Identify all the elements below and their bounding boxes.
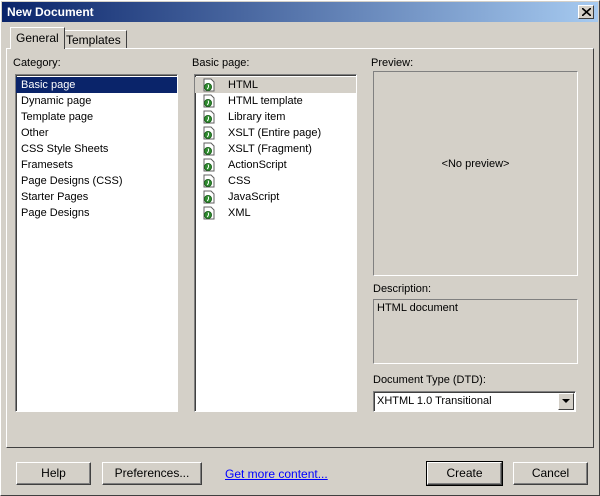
create-button[interactable]: Create [426, 461, 503, 486]
help-button[interactable]: Help [16, 462, 91, 485]
close-button[interactable] [578, 5, 594, 19]
basic-page-item-label: Library item [228, 111, 286, 123]
category-item[interactable]: Basic page [16, 77, 177, 93]
document-page-icon [202, 110, 218, 124]
document-page-icon [202, 206, 218, 220]
basic-page-item-label: XML [228, 207, 251, 219]
description-text: HTML document [377, 302, 458, 314]
help-button-label: Help [41, 466, 66, 480]
basic-page-list[interactable]: HTML HTML template Library item XSLT (Entir… [194, 74, 357, 412]
description-box: HTML document [373, 299, 578, 364]
document-page-icon [202, 78, 218, 92]
basic-page-item[interactable]: XSLT (Entire page) [195, 125, 356, 141]
basic-page-item[interactable]: CSS [195, 173, 356, 189]
tab-general-label: General [16, 31, 59, 45]
chevron-down-icon [562, 399, 570, 403]
basic-page-item[interactable]: XSLT (Fragment) [195, 141, 356, 157]
document-page-icon [202, 94, 218, 108]
category-item[interactable]: Page Designs (CSS) [16, 173, 177, 189]
category-item[interactable]: Framesets [16, 157, 177, 173]
basic-page-item[interactable]: ActionScript [195, 157, 356, 173]
category-item-label: Other [21, 127, 49, 139]
get-more-content-link[interactable]: Get more content... [225, 467, 328, 481]
category-item-label: Template page [21, 111, 94, 123]
basic-page-item-label: ActionScript [228, 159, 287, 171]
doctype-label: Document Type (DTD): [373, 374, 486, 386]
document-page-icon [202, 158, 218, 172]
preferences-button[interactable]: Preferences... [102, 462, 202, 485]
basic-page-item-label: HTML [228, 79, 258, 91]
basic-page-item-label: JavaScript [228, 191, 280, 203]
basic-page-item-label: CSS [228, 175, 251, 187]
cancel-button-label: Cancel [531, 466, 570, 480]
basic-page-item[interactable]: XML [195, 205, 356, 221]
document-page-icon [202, 126, 218, 140]
category-item-label: Framesets [21, 159, 73, 171]
new-document-dialog: New Document General Templates Category:… [0, 0, 600, 496]
basic-page-item[interactable]: Library item [195, 109, 356, 125]
category-item[interactable]: Starter Pages [16, 189, 177, 205]
preview-label: Preview: [371, 57, 414, 69]
basic-page-item-label: XSLT (Fragment) [228, 143, 312, 155]
document-page-icon [202, 174, 218, 188]
doctype-dropdown-button[interactable] [558, 393, 574, 410]
cancel-button[interactable]: Cancel [513, 462, 588, 485]
tab-templates[interactable]: Templates [60, 30, 127, 48]
create-button-label: Create [446, 466, 483, 480]
basic-page-item[interactable]: HTML template [195, 93, 356, 109]
document-page-icon [202, 190, 218, 204]
preview-text: <No preview> [441, 158, 510, 170]
basic-page-item-label: HTML template [228, 95, 303, 107]
preview-pane: <No preview> [373, 71, 578, 276]
category-item-label: Page Designs [21, 207, 90, 219]
category-item[interactable]: CSS Style Sheets [16, 141, 177, 157]
document-page-icon [202, 142, 218, 156]
category-label: Category: [13, 57, 61, 69]
category-item[interactable]: Dynamic page [16, 93, 177, 109]
category-item-label: Basic page [21, 79, 76, 91]
title-bar[interactable]: New Document [2, 2, 598, 22]
doctype-value: XHTML 1.0 Transitional [377, 395, 492, 407]
description-label: Description: [373, 283, 432, 295]
category-item[interactable]: Template page [16, 109, 177, 125]
category-list[interactable]: Basic page Dynamic page Template page Other… [15, 74, 178, 412]
category-item-label: Page Designs (CSS) [21, 175, 123, 187]
category-item-label: Dynamic page [21, 95, 92, 107]
basic-page-item[interactable]: JavaScript [195, 189, 356, 205]
tab-general[interactable]: General [10, 27, 65, 49]
doctype-select[interactable]: XHTML 1.0 Transitional [373, 391, 576, 412]
category-item[interactable]: Page Designs [16, 205, 177, 221]
category-item-label: Starter Pages [21, 191, 89, 203]
close-icon [582, 8, 591, 16]
window-title: New Document [7, 5, 94, 19]
general-tab-panel: Category: Basic page Dynamic page Template… [6, 48, 594, 448]
basic-page-label: Basic page: [192, 57, 250, 69]
category-item-label: CSS Style Sheets [21, 143, 109, 155]
preferences-button-label: Preferences... [114, 466, 190, 480]
basic-page-item[interactable]: HTML [195, 77, 356, 93]
category-item[interactable]: Other [16, 125, 177, 141]
basic-page-item-label: XSLT (Entire page) [228, 127, 322, 139]
tab-templates-label: Templates [66, 33, 121, 47]
